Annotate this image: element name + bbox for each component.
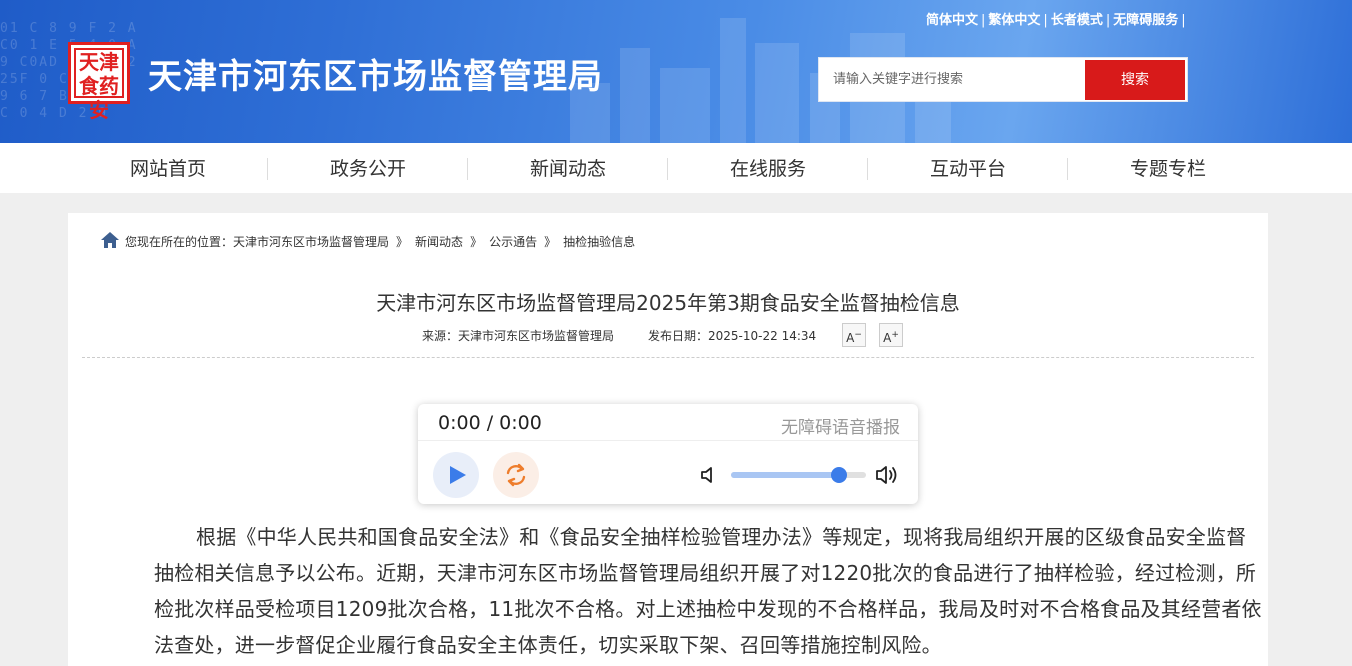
volume-slider-knob[interactable] [831, 467, 847, 483]
home-icon [101, 232, 119, 248]
player-label: 无障碍语音播报 [781, 418, 900, 438]
nav-item-interaction[interactable]: 互动平台 [868, 143, 1068, 193]
breadcrumb-separator: 》 [470, 235, 483, 249]
link-separator: | [1105, 13, 1111, 28]
volume-slider[interactable] [731, 467, 866, 483]
site-logo[interactable]: 天津食药安 [68, 42, 130, 122]
breadcrumb-separator: 》 [544, 235, 557, 249]
breadcrumb-separator: 》 [396, 235, 409, 249]
nav-item-special-topics[interactable]: 专题专栏 [1068, 143, 1268, 193]
breadcrumb-prefix: 您现在所在的位置： [125, 235, 234, 249]
breadcrumb-item-home[interactable]: 天津市河东区市场监督管理局 [233, 235, 389, 249]
nav-item-news[interactable]: 新闻动态 [468, 143, 668, 193]
loop-button[interactable] [493, 452, 539, 498]
player-time: 0:00 / 0:00 [438, 412, 542, 434]
article-source: 来源：天津市河东区市场监督管理局 [422, 329, 615, 343]
site-title: 天津市河东区市场监督管理局 [148, 57, 603, 97]
link-separator: | [1043, 13, 1048, 28]
volume-low-icon[interactable] [700, 466, 716, 484]
top-link-accessibility[interactable]: 无障碍服务 [1113, 13, 1178, 28]
breadcrumb-item-notices[interactable]: 公示通告 [489, 235, 537, 249]
nav-item-online-service[interactable]: 在线服务 [668, 143, 868, 193]
top-link-simplified[interactable]: 简体中文 [926, 13, 978, 28]
audio-player: 0:00 / 0:00 无障碍语音播报 [418, 404, 918, 504]
volume-slider-fill [731, 472, 839, 478]
volume-high-icon[interactable] [875, 464, 901, 486]
top-links: 简体中文 | 繁体中文 | 长者模式 | 无障碍服务 | [926, 9, 1189, 28]
divider [82, 357, 1254, 358]
breadcrumb-item-news[interactable]: 新闻动态 [415, 235, 463, 249]
main-nav: 网站首页 政务公开 新闻动态 在线服务 互动平台 专题专栏 [0, 143, 1352, 193]
link-separator: | [981, 13, 986, 28]
article-meta: 来源：天津市河东区市场监督管理局 发布日期：2025-10-22 14:34 [422, 327, 816, 344]
loop-icon [506, 463, 526, 487]
play-button[interactable] [433, 452, 479, 498]
nav-item-government[interactable]: 政务公开 [268, 143, 468, 193]
article-card: 您现在所在的位置：天津市河东区市场监督管理局》新闻动态》公示通告》抽检抽验信息 … [68, 213, 1268, 666]
link-separator: | [1181, 13, 1186, 28]
search-box: 搜索 [818, 57, 1188, 102]
search-input[interactable] [819, 58, 1085, 101]
article-date: 发布日期：2025-10-22 14:34 [648, 329, 817, 343]
search-button[interactable]: 搜索 [1085, 60, 1185, 100]
font-smaller-button[interactable]: A− [842, 323, 866, 347]
article-title: 天津市河东区市场监督管理局2025年第3期食品安全监督抽检信息 [376, 291, 960, 315]
breadcrumb-item-inspection[interactable]: 抽检抽验信息 [563, 235, 635, 249]
top-link-traditional[interactable]: 繁体中文 [988, 13, 1040, 28]
logo-seal: 天津食药安 [74, 48, 124, 122]
site-header: 01 C 8 9 F 2 AC0 1 E 5 4 0 A9 C0AD 1 7 F… [0, 0, 1352, 143]
play-icon [450, 466, 466, 484]
nav-item-home[interactable]: 网站首页 [68, 143, 268, 193]
player-divider [418, 440, 918, 441]
top-link-elder-mode[interactable]: 长者模式 [1051, 13, 1103, 28]
article-body: 根据《中华人民共和国食品安全法》和《食品安全抽样检验管理办法》等规定，现将我局组… [154, 525, 1262, 657]
font-larger-button[interactable]: A+ [879, 323, 903, 347]
